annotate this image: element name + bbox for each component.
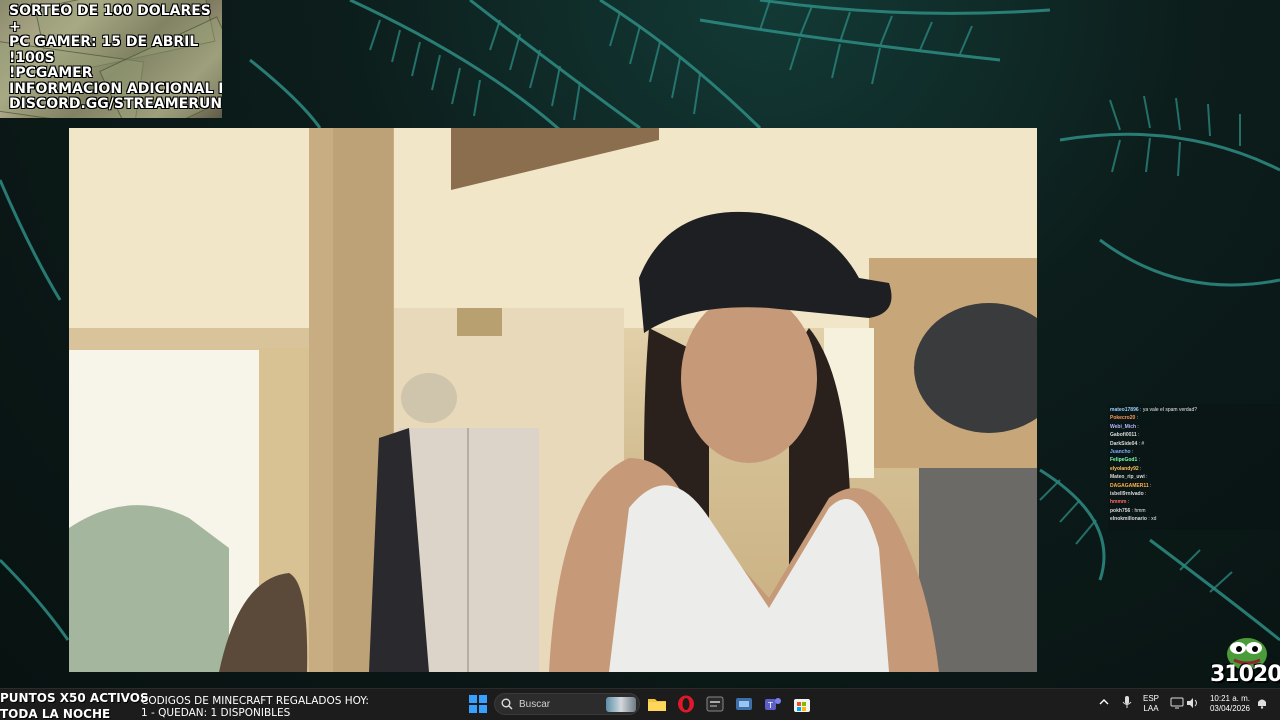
chat-username: Juancho [1110, 449, 1131, 456]
chat-message: Webi_Mich : [1110, 423, 1278, 431]
chat-message: pokh756 : hmm [1110, 507, 1278, 515]
chat-separator: : [1138, 465, 1142, 472]
search-placeholder: Buscar [519, 698, 551, 710]
chat-username: Mateo_rip_uwi [1110, 474, 1145, 481]
chat-separator: : [1137, 457, 1141, 464]
chat-message: FelipeGod1 : [1110, 456, 1278, 464]
chat-separator: : [1130, 449, 1134, 456]
show-hidden-icons-button[interactable] [1098, 696, 1110, 711]
chat-text: xd [1151, 516, 1157, 523]
search-highlight-image [606, 697, 636, 712]
chat-message: Gabofi0011 : [1110, 431, 1278, 439]
minecraft-line: 1 - QUEDAN: 1 DISPONIBLES [141, 707, 291, 719]
chat-text: # [1141, 440, 1145, 447]
chat-username: pokh756 [1110, 507, 1131, 514]
chat-overlay: mateo17896 : ya vale el spam verdad? Poke… [1108, 404, 1280, 530]
chat-separator: : [1136, 423, 1139, 430]
points-line: PUNTOS X50 ACTIVOS [0, 691, 149, 705]
start-button[interactable] [467, 694, 489, 714]
chat-message: mateo17896 : ya vale el spam verdad? [1110, 406, 1278, 414]
notification-bell-icon [1258, 699, 1266, 709]
volume-icon [1187, 698, 1197, 708]
giveaway-line: INFORMACION ADICIONAL EN: [9, 80, 222, 97]
points-banner: PUNTOS X50 ACTIVOS TODA LA NOCHE [0, 690, 149, 720]
chat-message: elyolandy92 : [1110, 465, 1278, 473]
giveaway-line: PC GAMER: 15 DE ABRIL [9, 34, 199, 50]
chat-message: Juancho : [1110, 448, 1278, 456]
svg-text:T: T [767, 701, 773, 710]
chat-username: mateo17896 [1110, 407, 1139, 413]
giveaway-line: !100S [9, 49, 55, 66]
webcam-feed [69, 128, 1037, 672]
volume-button[interactable] [1186, 697, 1200, 712]
chat-message: DarkSide04 : # [1110, 440, 1278, 448]
clock-date: 03/04/2026 [1209, 704, 1251, 713]
opera-button[interactable] [675, 694, 697, 714]
giveaway-line: DISCORD.GG/STREAMERUNI [9, 96, 222, 112]
teams-button[interactable]: T [762, 694, 784, 714]
file-explorer-button[interactable] [646, 694, 668, 714]
notifications-button[interactable] [1256, 697, 1268, 712]
teams-icon: T [765, 698, 781, 710]
chat-username: elnokmillonario [1110, 516, 1147, 523]
language-code: ESP [1143, 694, 1160, 703]
giveaway-line: !PCGAMER [9, 65, 93, 81]
chat-separator: : [1148, 482, 1152, 489]
chat-username: DAGAGAMER11 [1110, 482, 1149, 489]
chat-message: isbell9rnlvado : [1110, 490, 1278, 498]
store-button[interactable] [791, 694, 813, 714]
microphone-icon [1122, 696, 1132, 708]
chat-text: ya vale el spam verdad? [1142, 407, 1198, 413]
snipping-tool-icon [736, 698, 752, 710]
chat-username: isbell9rnlvado [1110, 491, 1144, 498]
keyboard-layout: LAA [1143, 704, 1159, 713]
chat-username: Gabofi0011 [1110, 432, 1137, 439]
app-button[interactable] [704, 694, 726, 714]
giveaway-panel: SORTEO DE 100 DOLARES + PC GAMER: 15 DE … [0, 0, 222, 118]
folder-icon [648, 699, 666, 711]
language-switcher[interactable]: ESP LAA [1143, 694, 1159, 714]
chevron-up-icon [1099, 699, 1109, 705]
microphone-button[interactable] [1121, 695, 1133, 712]
chat-separator: : [1144, 474, 1148, 481]
chat-separator: : [1135, 415, 1139, 422]
points-line: TODA LA NOCHE [0, 707, 111, 720]
search-icon [501, 698, 513, 710]
chat-message: hmmm : [1110, 498, 1278, 506]
chat-message: DAGAGAMER11 : [1110, 482, 1278, 490]
giveaway-line: + [9, 18, 21, 35]
store-icon [794, 699, 810, 712]
network-icon [1170, 697, 1184, 709]
chat-separator: : [1126, 499, 1130, 506]
chat-text: hmm [1134, 507, 1146, 514]
overlay-counter: 310203 [1210, 662, 1280, 687]
chat-username: elyolandy92 [1110, 465, 1139, 472]
chat-separator: : [1143, 491, 1147, 498]
windows-logo-icon [469, 695, 487, 713]
opera-icon [678, 695, 694, 713]
chat-message: Pokecro20 : [1110, 414, 1278, 422]
clock[interactable]: 10:21 a. m. 03/04/2026 [1206, 694, 1254, 714]
chat-username: Webi_Mich [1110, 423, 1137, 430]
network-button[interactable] [1170, 697, 1184, 712]
chat-message: Mateo_rip_uwi : [1110, 473, 1278, 481]
chat-username: hmmm [1110, 499, 1127, 506]
app-icon [706, 696, 724, 712]
clock-time: 10:21 a. m. [1209, 694, 1251, 703]
chat-separator: : [1136, 432, 1140, 439]
minecraft-banner: CODIGOS DE MINECRAFT REGALADOS HOY: 1 - … [141, 695, 369, 719]
giveaway-line: SORTEO DE 100 DOLARES [9, 3, 211, 19]
taskbar-search-box[interactable]: Buscar [494, 693, 640, 715]
capture-app-button[interactable] [733, 694, 755, 714]
chat-username: FelipeGod1 [1110, 457, 1138, 464]
chat-username: Pokecro20 [1110, 415, 1136, 422]
chat-username: DarkSide04 [1110, 440, 1138, 447]
minecraft-line: CODIGOS DE MINECRAFT REGALADOS HOY: [141, 695, 369, 707]
chat-message: elnokmillonario : xd [1110, 515, 1278, 523]
